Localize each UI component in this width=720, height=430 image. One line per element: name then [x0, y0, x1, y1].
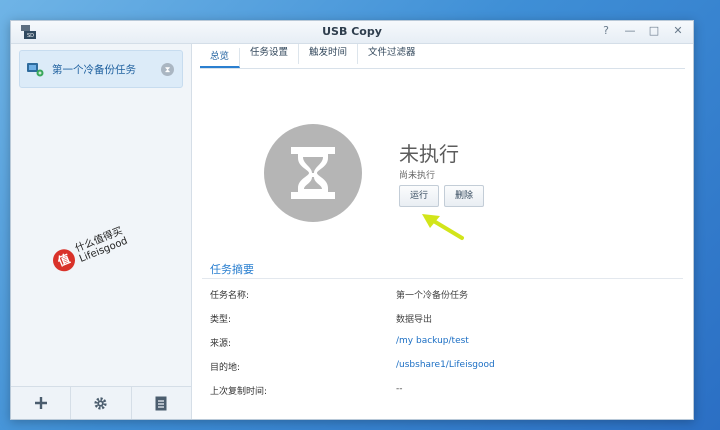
summary-row: 目的地: /usbshare1/Lifeisgood: [210, 360, 683, 376]
task-name-label: 任务名称:: [210, 291, 250, 301]
smzdm-text: 什么值得买 Lifeisgood: [74, 225, 129, 265]
task-sidebar: 第一个冷备份任务 ⧗ 值 什么值得买 Lifeisgood: [11, 44, 192, 419]
status-subtitle: 尚未执行: [399, 171, 436, 181]
sidebar-item-task[interactable]: 第一个冷备份任务 ⧗: [19, 50, 183, 88]
add-task-button[interactable]: [11, 387, 72, 419]
window-controls: ? — □ ✕: [599, 24, 685, 38]
destination-label: 目的地:: [210, 363, 241, 373]
settings-button[interactable]: [71, 387, 132, 419]
sidebar-item-label: 第一个冷备份任务: [52, 63, 136, 76]
minimize-icon[interactable]: —: [623, 24, 637, 38]
close-icon[interactable]: ✕: [671, 24, 685, 38]
tab-task-settings[interactable]: 任务设置: [240, 44, 300, 64]
summary-row: 任务名称: 第一个冷备份任务: [210, 288, 683, 304]
task-name-value: 第一个冷备份任务: [396, 291, 469, 301]
help-icon[interactable]: ?: [599, 24, 613, 38]
summary-row: 来源: /my backup/test: [210, 336, 683, 352]
type-value: 数据导出: [396, 315, 433, 325]
last-copy-time-label: 上次复制时间:: [210, 387, 268, 397]
tab-overview[interactable]: 总览: [200, 48, 241, 68]
tab-bar: 总览 任务设置 触发时间 文件过滤器: [200, 44, 685, 69]
hourglass-icon: [291, 147, 335, 199]
gear-icon: [94, 396, 108, 410]
log-button[interactable]: [132, 387, 191, 419]
status-title: 未执行: [399, 142, 459, 166]
annotation-arrow-icon: [422, 214, 464, 240]
source-label: 来源:: [210, 339, 232, 349]
window-title: USB Copy: [322, 25, 382, 38]
run-button[interactable]: 运行: [399, 185, 440, 207]
summary-row: 类型: 数据导出: [210, 312, 683, 328]
log-icon: [155, 396, 167, 410]
summary-divider: [202, 278, 683, 279]
main-panel: 总览 任务设置 触发时间 文件过滤器 未执行 尚未执行 运行 删除 任务摘要 任…: [192, 44, 693, 419]
type-label: 类型:: [210, 315, 232, 325]
sidebar-toolbar: [11, 386, 191, 419]
title-bar[interactable]: SD USB Copy ? — □ ✕: [11, 21, 693, 44]
smzdm-logo: 值: [49, 245, 79, 275]
tab-file-filter[interactable]: 文件过滤器: [358, 44, 426, 64]
status-hourglass: [264, 124, 362, 222]
last-copy-time-value: --: [396, 384, 403, 394]
usb-task-icon: [27, 63, 44, 77]
maximize-icon[interactable]: □: [647, 24, 661, 38]
hourglass-status-icon: ⧗: [161, 62, 174, 76]
summary-title: 任务摘要: [210, 263, 254, 276]
usb-copy-window: SD USB Copy ? — □ ✕ 第一个冷备份任务 ⧗ 值 什么值得买 L…: [10, 20, 694, 420]
source-link[interactable]: /my backup/test: [396, 336, 469, 346]
tab-trigger-time[interactable]: 触发时间: [299, 44, 359, 64]
delete-button[interactable]: 删除: [444, 185, 485, 207]
plus-icon: [34, 397, 47, 409]
destination-link[interactable]: /usbshare1/Lifeisgood: [396, 360, 495, 370]
smzdm-watermark: 值 什么值得买 Lifeisgood: [49, 225, 129, 275]
zhihu-watermark: 知乎 @Lifeisgood: [530, 391, 674, 411]
